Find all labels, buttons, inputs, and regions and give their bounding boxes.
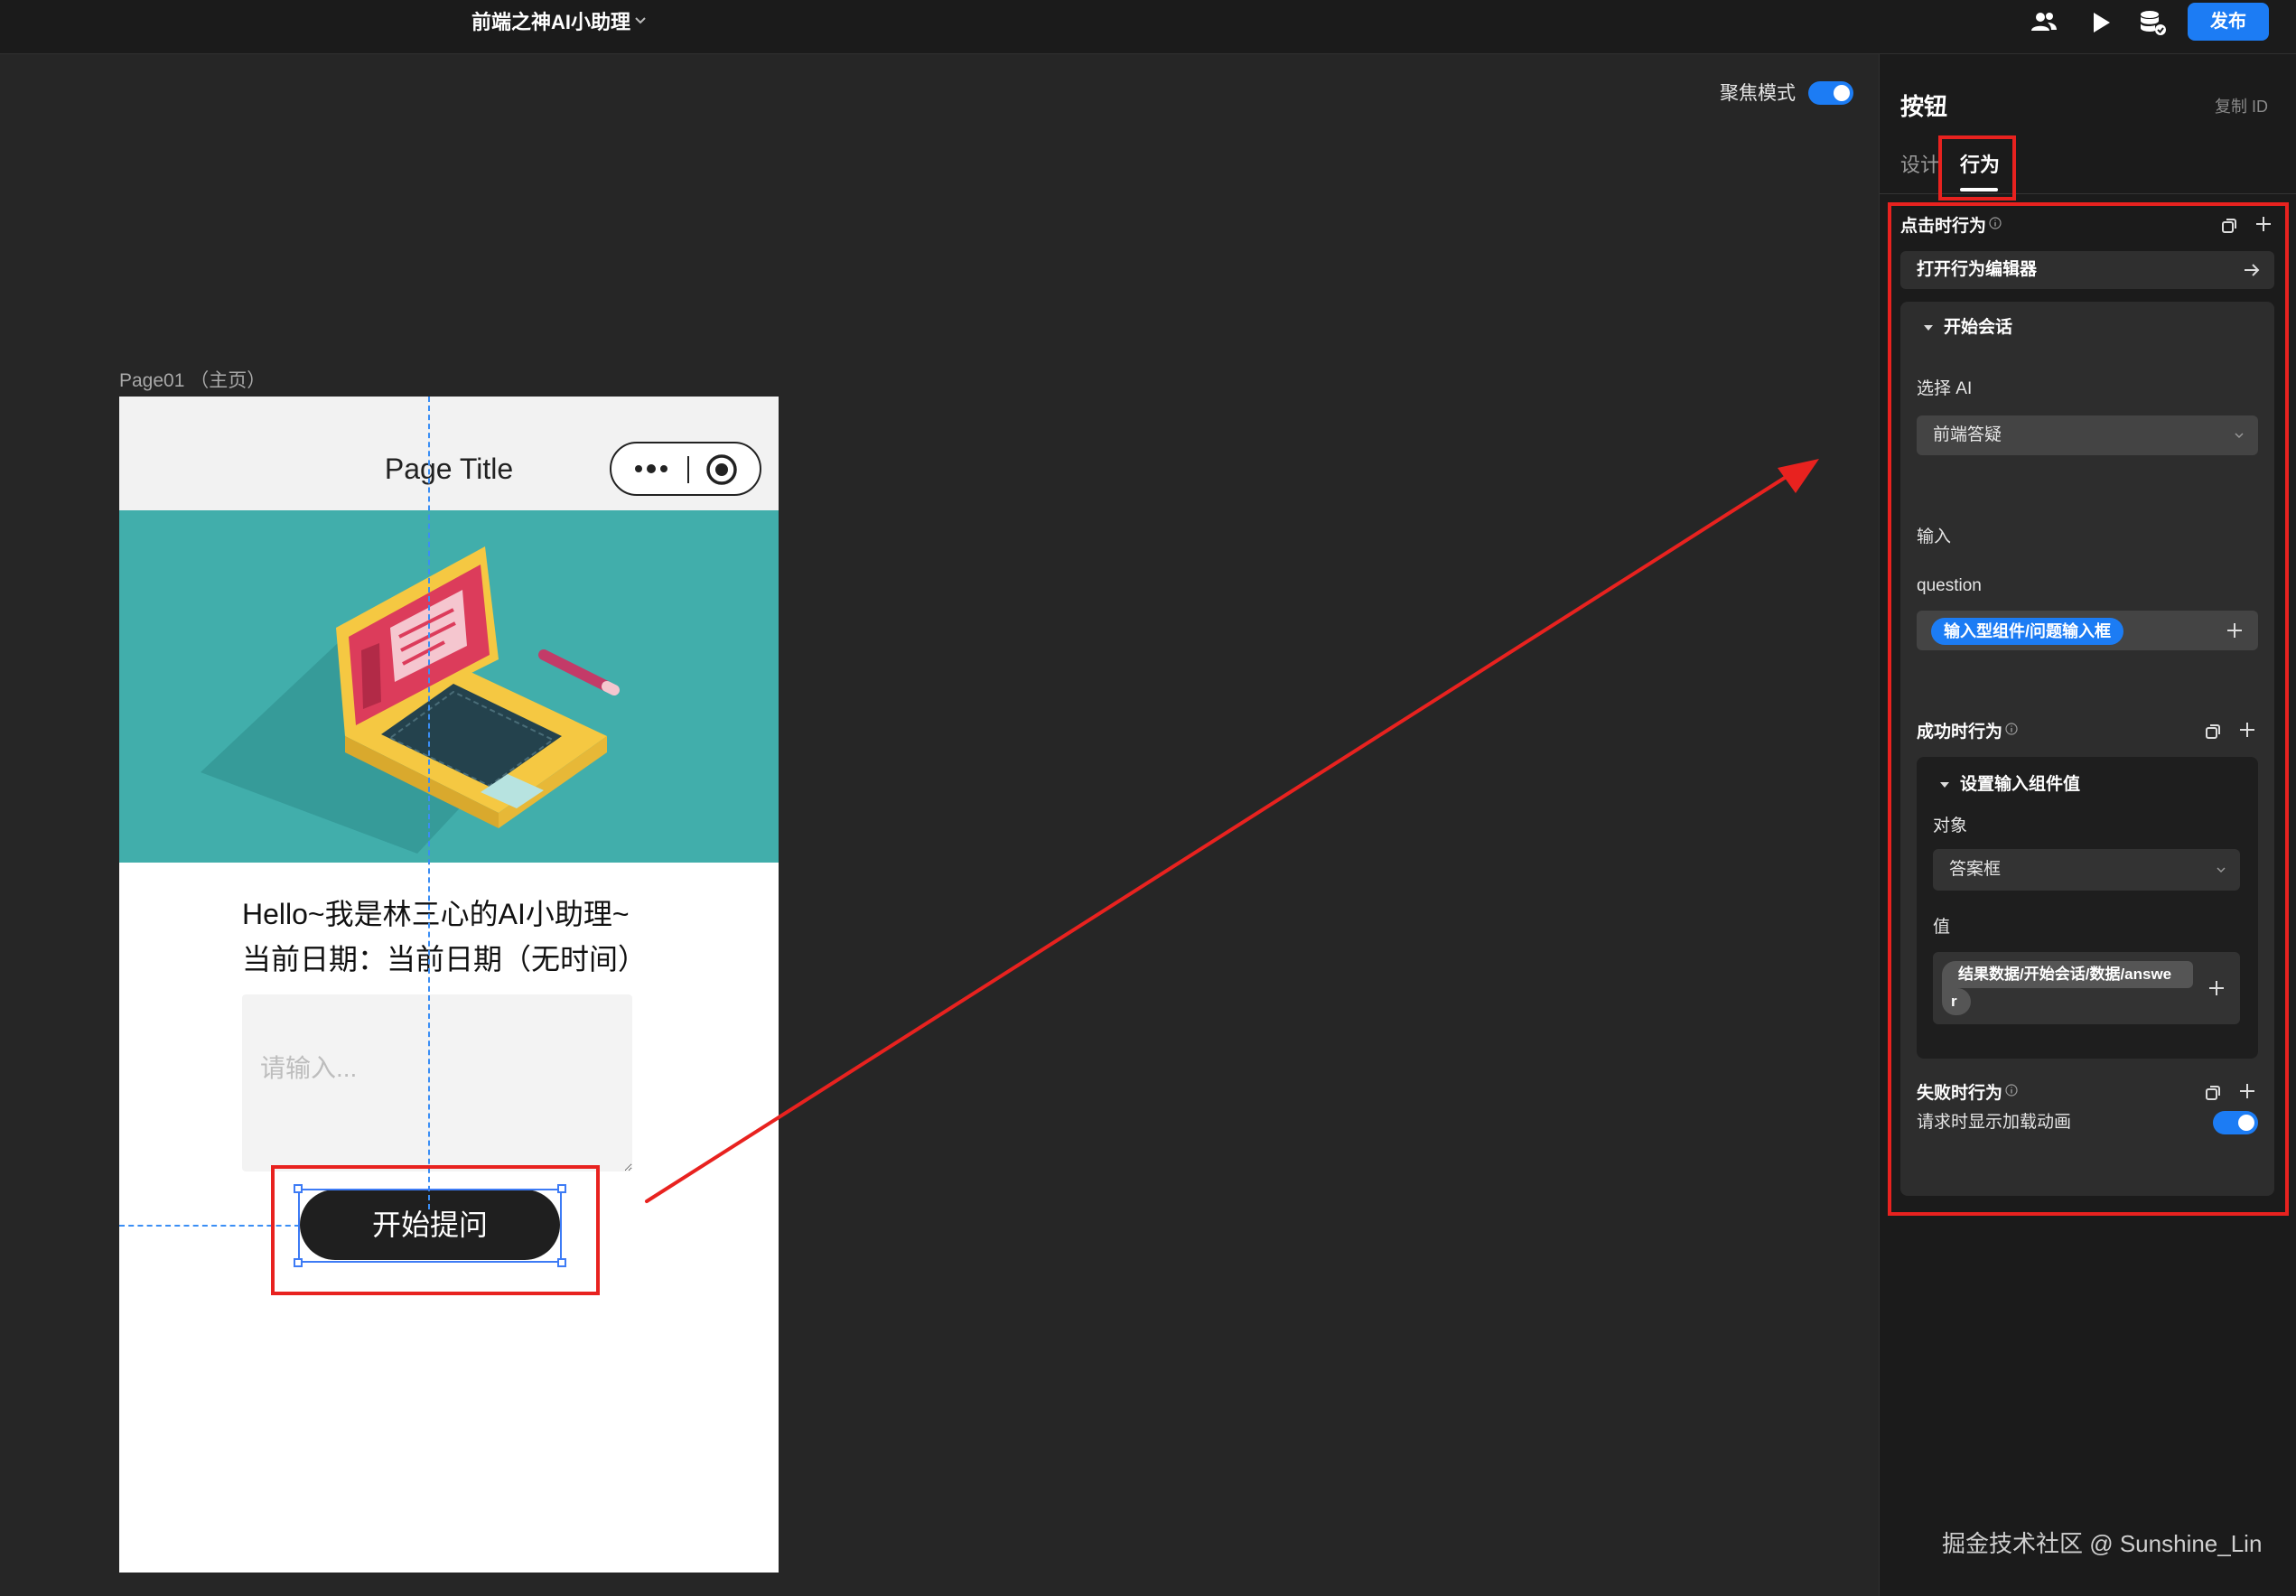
play-icon[interactable] [2085,7,2115,38]
panel-title: 按钮 [1900,93,1948,120]
top-bar [0,0,2296,54]
chevron-down-icon[interactable] [632,13,649,29]
question-input[interactable] [242,994,632,1171]
database-icon[interactable] [2137,7,2168,38]
app-title[interactable]: 前端之神AI小助理 [471,9,630,36]
annotation-box-button [271,1165,600,1295]
watermark: 掘金技术社区 @ Sunshine_Lin [1942,1530,2263,1557]
users-icon[interactable] [2029,7,2059,38]
annotation-box-panel [1888,202,2289,1216]
page-label[interactable]: Page01 （主页） [119,369,266,394]
vertical-guide-line [428,397,430,1209]
tab-design[interactable]: 设计 [1900,152,1940,179]
annotation-box-tab [1938,135,2016,201]
annotation-arrow [645,459,1819,1203]
focus-mode-toggle[interactable] [1808,81,1853,105]
focus-mode-label: 聚焦模式 [1720,83,1796,104]
date-text: 当前日期：当前日期（无时间） [242,943,648,975]
copy-id-link[interactable]: 复制 ID [2215,96,2268,117]
publish-button[interactable]: 发布 [2188,3,2269,41]
greeting-text: Hello~我是林三心的AI小助理~ [242,898,630,930]
